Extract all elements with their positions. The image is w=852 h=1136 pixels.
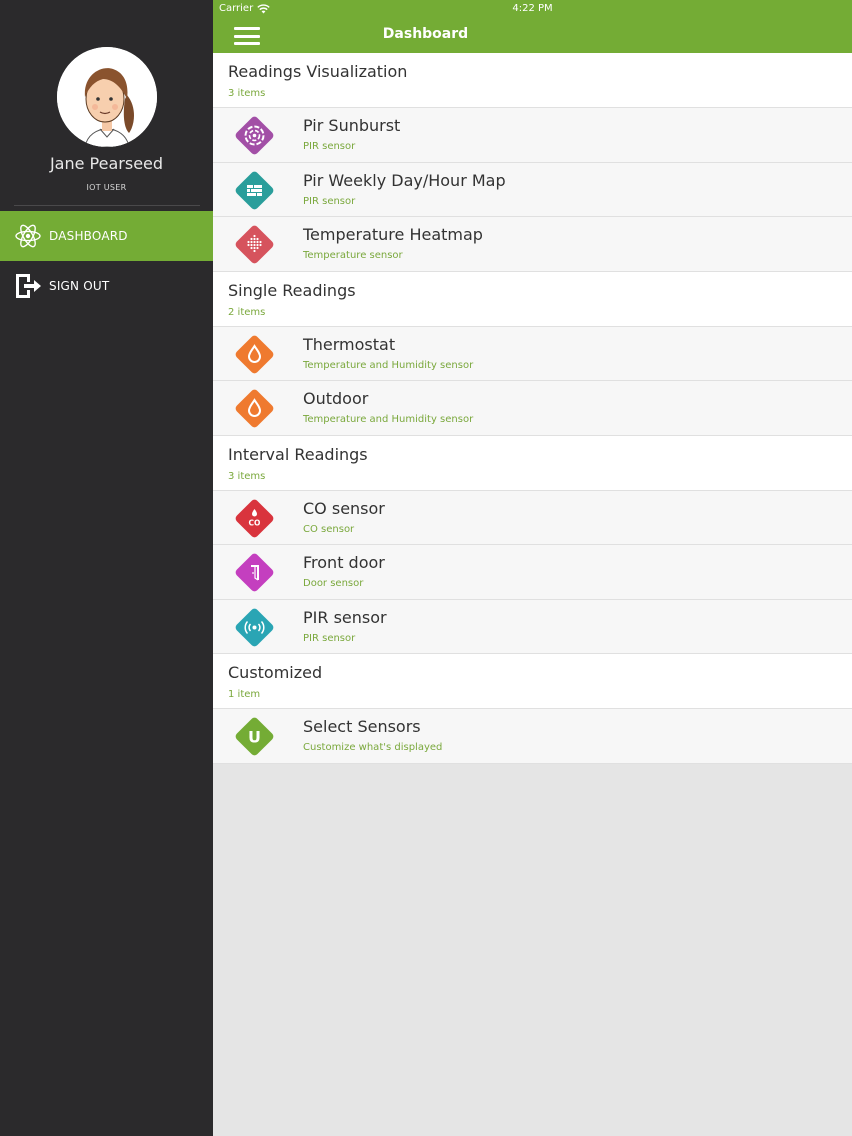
section-header-interval-readings: Interval Readings 3 items: [213, 435, 852, 491]
list-item-temperature-heatmap[interactable]: Temperature Heatmap Temperature sensor: [213, 217, 852, 272]
section-title: Interval Readings: [228, 444, 368, 464]
hamburger-menu-button[interactable]: [234, 26, 260, 46]
user-name: Jane Pearseed: [49, 154, 164, 173]
sunburst-icon: [235, 116, 274, 155]
door-icon: [235, 553, 274, 592]
list-item-title: Thermostat: [303, 334, 396, 354]
sidebar-item-dashboard[interactable]: DASHBOARD: [0, 211, 213, 261]
list-item-pir-sensor[interactable]: PIR sensor PIR sensor: [213, 599, 852, 654]
list-item-title: Select Sensors: [303, 717, 421, 736]
atom-icon: [13, 221, 43, 251]
section-header-readings-visualization: Readings Visualization 3 items: [213, 53, 852, 108]
avatar-illustration: [57, 47, 157, 147]
sidebar-item-label: DASHBOARD: [49, 229, 128, 243]
grid-map-icon: [235, 171, 274, 209]
page-title: Dashboard: [382, 26, 469, 42]
user-avatar[interactable]: [57, 47, 157, 147]
section-title: Customized: [228, 663, 323, 682]
list-item-thermostat[interactable]: Thermostat Temperature and Humidity sens…: [213, 326, 852, 381]
list-item-subtitle: PIR sensor: [303, 141, 356, 152]
list-item-title: PIR sensor: [303, 607, 387, 627]
hamburger-icon-bar: [234, 27, 260, 30]
navigation-bar: Dashboard: [213, 18, 852, 53]
list-item-subtitle: PIR sensor: [303, 195, 356, 207]
list-item-select-sensors[interactable]: U Select Sensors Customize what's displa…: [213, 709, 852, 764]
u-letter-icon: U: [235, 717, 274, 756]
droplet-icon: [235, 389, 274, 428]
list-item-subtitle: Door sensor: [303, 578, 364, 589]
section-count: 3 items: [228, 470, 266, 482]
section-count: 2 items: [228, 306, 266, 318]
list-item-title: Front door: [303, 553, 385, 572]
list-item-title: Pir Sunburst: [303, 116, 401, 135]
list-item-subtitle: PIR sensor: [303, 632, 356, 644]
list-item-title: Temperature Heatmap: [303, 225, 483, 244]
co-flame-icon: CO: [235, 499, 274, 537]
radio-waves-icon: [235, 608, 274, 646]
co-glyph: CO: [249, 518, 261, 527]
list-item-front-door[interactable]: Front door Door sensor: [213, 545, 852, 600]
list-item-subtitle: CO sensor: [303, 523, 355, 535]
heatmap-dots-icon: [235, 225, 274, 264]
list-item-subtitle: Customize what's displayed: [303, 742, 443, 753]
u-glyph: U: [248, 728, 261, 747]
sidebar: Jane Pearseed IOT USER DASHBOARD SIGN OU…: [0, 0, 213, 1136]
list-item-subtitle: Temperature and Humidity sensor: [303, 414, 474, 425]
dashboard-list: Readings Visualization 3 items Pir Sunbu…: [213, 53, 852, 764]
hamburger-icon-bar: [234, 42, 260, 45]
section-title: Readings Visualization: [228, 62, 408, 81]
sign-out-icon: [13, 271, 43, 301]
section-title: Single Readings: [228, 280, 356, 300]
status-time: 4:22 PM: [512, 3, 553, 14]
list-item-title: CO sensor: [303, 498, 385, 518]
list-item-outdoor[interactable]: Outdoor Temperature and Humidity sensor: [213, 381, 852, 436]
sidebar-item-sign-out[interactable]: SIGN OUT: [0, 261, 213, 311]
section-count: 3 items: [228, 88, 266, 99]
list-item-title: Pir Weekly Day/Hour Map: [303, 170, 506, 190]
user-role: IOT USER: [86, 183, 127, 192]
section-header-single-readings: Single Readings 2 items: [213, 271, 852, 327]
sidebar-divider: [14, 205, 200, 206]
list-item-title: Outdoor: [303, 389, 369, 408]
list-item-co-sensor[interactable]: CO CO sensor CO sensor: [213, 490, 852, 545]
list-item-pir-sunburst[interactable]: Pir Sunburst PIR sensor: [213, 108, 852, 163]
section-count: 1 item: [228, 689, 261, 700]
list-item-subtitle: Temperature sensor: [303, 250, 403, 261]
hamburger-icon-bar: [234, 34, 260, 38]
status-bar: Carrier 4:22 PM: [213, 0, 852, 18]
list-item-pir-weekly-map[interactable]: Pir Weekly Day/Hour Map PIR sensor: [213, 162, 852, 217]
sidebar-item-label: SIGN OUT: [49, 279, 110, 293]
droplet-icon: [235, 335, 274, 373]
section-header-customized: Customized 1 item: [213, 654, 852, 709]
list-item-subtitle: Temperature and Humidity sensor: [303, 359, 474, 371]
